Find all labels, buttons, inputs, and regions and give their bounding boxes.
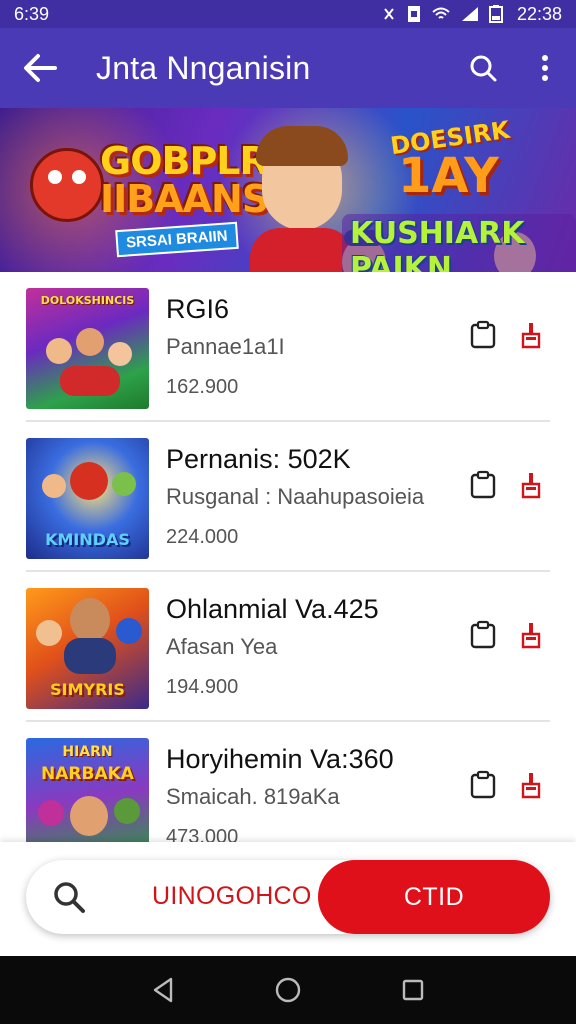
game-thumbnail: SIMYRIS <box>26 588 149 709</box>
thumb-char <box>76 328 104 356</box>
cta-button[interactable]: CTID <box>318 860 550 934</box>
thumb-char <box>108 342 132 366</box>
thumb-char <box>116 618 142 644</box>
search-icon <box>470 55 497 82</box>
more-button[interactable] <box>514 28 576 108</box>
clipboard-icon <box>470 320 496 349</box>
hero-hair <box>256 126 348 166</box>
thumb-char <box>112 472 136 496</box>
report-button[interactable] <box>514 618 548 652</box>
status-icons <box>381 5 503 23</box>
thumb-char <box>114 798 140 824</box>
status-time-left: 6:39 <box>14 3 50 24</box>
game-name: Pernanis: 502K <box>166 444 351 474</box>
mascot-eye <box>48 170 62 184</box>
game-thumbnail: DOLOKSHINCIS <box>26 288 149 409</box>
clipboard-button[interactable] <box>466 768 500 802</box>
report-button[interactable] <box>514 768 548 802</box>
report-button[interactable] <box>514 468 548 502</box>
banner-right-line3: KUSHIARK PAIKN <box>342 214 576 272</box>
nav-recents-icon <box>403 979 424 1001</box>
system-nav-bar <box>0 956 576 1024</box>
nav-home-button[interactable] <box>266 968 310 1012</box>
nav-back-icon <box>153 977 172 1003</box>
battery-icon <box>488 5 503 23</box>
game-thumbnail: HIARN NARBAKA <box>26 738 149 842</box>
mascot-bear <box>30 148 104 222</box>
thumbnail-title: SIMYRIS <box>50 680 125 699</box>
wifi-icon <box>432 7 450 19</box>
app-bar: Jnta Nnganisin <box>0 28 576 108</box>
mascot-eye <box>72 170 86 184</box>
back-arrow-icon <box>24 54 57 82</box>
game-name: RGI6 <box>166 294 230 324</box>
game-count: 162.900 <box>166 376 239 398</box>
list-item[interactable]: HIARN NARBAKA Horyihemin Va:360 Smaicah.… <box>0 722 576 842</box>
promo-banner[interactable]: GOBPLR IIBAANSN SRSAI BRAIIN DOESIRK 1AY… <box>0 108 576 272</box>
search-bar[interactable]: UINOGOHCO CTID <box>26 860 550 934</box>
list-item[interactable]: SIMYRIS Ohlanmial Va.425 Afasan Yea 194.… <box>0 572 576 722</box>
search-text[interactable]: UINOGOHCO <box>152 882 312 911</box>
sync-icon <box>384 8 394 20</box>
game-subtitle: Smaicah. 819aKa <box>166 784 340 809</box>
thumb-char <box>36 620 62 646</box>
status-bar: 6:39 22:38 <box>0 0 576 28</box>
banner-right-line2: 1AY <box>398 148 499 204</box>
game-count: 194.900 <box>166 676 239 698</box>
bottom-panel: UINOGOHCO CTID <box>0 842 576 956</box>
report-flag-icon <box>521 473 541 499</box>
thumb-char <box>70 796 108 836</box>
back-button[interactable] <box>0 28 80 108</box>
list-item[interactable]: DOLOKSHINCIS RGI6 Pannae1a1I 162.900 <box>0 272 576 422</box>
search-icon <box>54 882 85 913</box>
report-button[interactable] <box>514 318 548 352</box>
clipboard-button[interactable] <box>466 318 500 352</box>
report-flag-icon <box>521 773 541 799</box>
thumb-char <box>42 474 66 498</box>
signal-icon <box>461 7 478 21</box>
game-name: Horyihemin Va:360 <box>166 744 394 774</box>
game-thumbnail: KMINDAS <box>26 438 149 559</box>
clipboard-icon <box>470 620 496 649</box>
report-flag-icon <box>521 623 541 649</box>
hero-jacket <box>250 228 354 272</box>
clipboard-icon <box>470 470 496 499</box>
thumb-char-body <box>60 366 120 396</box>
nav-home-icon <box>275 977 301 1003</box>
thumb-char <box>70 598 110 642</box>
thumb-char <box>46 338 72 364</box>
game-subtitle: Rusganal : Naahupasoieia <box>166 484 425 509</box>
more-vert-icon <box>542 55 548 81</box>
game-list: DOLOKSHINCIS RGI6 Pannae1a1I 162.900 KMI… <box>0 272 576 842</box>
nav-recents-button[interactable] <box>391 968 435 1012</box>
thumb-char <box>70 462 108 500</box>
thumb-char-body <box>64 638 116 674</box>
thumbnail-title: KMINDAS <box>45 530 130 549</box>
thumbnail-title: DOLOKSHINCIS <box>40 294 135 307</box>
game-count: 224.000 <box>166 526 239 548</box>
sim-icon <box>407 6 420 22</box>
clipboard-icon <box>470 770 496 799</box>
thumbnail-subtitle: NARBAKA <box>41 764 134 784</box>
game-count: 473.000 <box>166 826 239 842</box>
game-subtitle: Afasan Yea <box>166 634 278 659</box>
thumbnail-title: HIARN <box>62 744 113 760</box>
report-flag-icon <box>521 323 541 349</box>
clipboard-button[interactable] <box>466 618 500 652</box>
search-button[interactable] <box>50 878 88 916</box>
status-time-right: 22:38 <box>516 3 562 24</box>
list-item[interactable]: KMINDAS Pernanis: 502K Rusganal : Naahup… <box>0 422 576 572</box>
search-button[interactable] <box>452 28 514 108</box>
clipboard-button[interactable] <box>466 468 500 502</box>
game-name: Ohlanmial Va.425 <box>166 594 379 624</box>
nav-back-button[interactable] <box>141 968 185 1012</box>
thumb-char <box>38 800 64 826</box>
page-title: Jnta Nnganisin <box>96 49 311 86</box>
game-subtitle: Pannae1a1I <box>166 334 285 359</box>
